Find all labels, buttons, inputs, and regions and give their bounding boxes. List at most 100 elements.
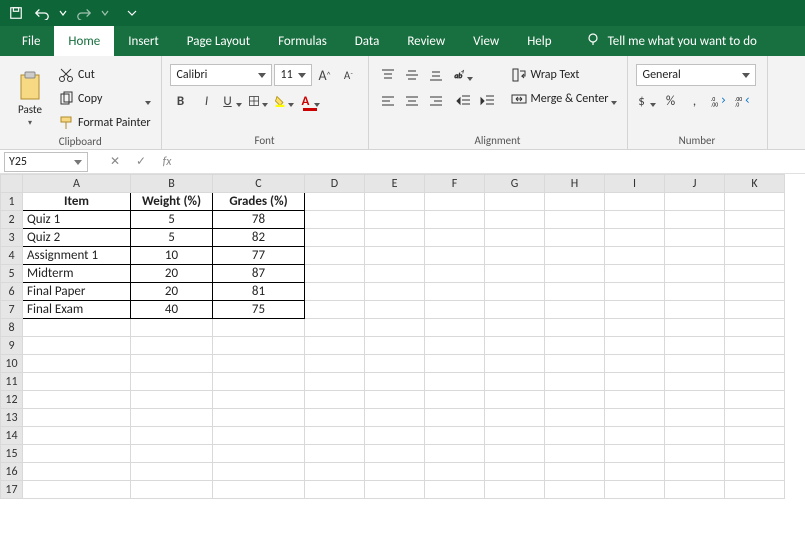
cell-J10[interactable] <box>665 355 725 373</box>
save-icon[interactable] <box>6 3 26 23</box>
cell-E17[interactable] <box>365 481 425 499</box>
cell-K4[interactable] <box>725 247 785 265</box>
cell-I7[interactable] <box>605 301 665 319</box>
cell-B17[interactable] <box>131 481 213 499</box>
cell-E4[interactable] <box>365 247 425 265</box>
cell-K17[interactable] <box>725 481 785 499</box>
cell-D14[interactable] <box>305 427 365 445</box>
row-header-14[interactable]: 14 <box>1 427 23 445</box>
redo-icon[interactable] <box>74 3 94 23</box>
cell-D9[interactable] <box>305 337 365 355</box>
cell-K6[interactable] <box>725 283 785 301</box>
cell-J8[interactable] <box>665 319 725 337</box>
cell-F12[interactable] <box>425 391 485 409</box>
cell-B1[interactable]: Weight (%) <box>131 193 213 211</box>
cell-G8[interactable] <box>485 319 545 337</box>
cell-H16[interactable] <box>545 463 605 481</box>
cell-A16[interactable] <box>23 463 131 481</box>
cell-K12[interactable] <box>725 391 785 409</box>
name-box[interactable]: Y25 <box>4 152 88 172</box>
undo-icon[interactable] <box>32 3 52 23</box>
row-header-5[interactable]: 5 <box>1 265 23 283</box>
cell-K16[interactable] <box>725 463 785 481</box>
cell-A9[interactable] <box>23 337 131 355</box>
cell-E10[interactable] <box>365 355 425 373</box>
formula-input[interactable] <box>182 152 801 172</box>
cell-H8[interactable] <box>545 319 605 337</box>
cell-G2[interactable] <box>485 211 545 229</box>
decrease-indent-icon[interactable] <box>453 90 475 112</box>
cell-D7[interactable] <box>305 301 365 319</box>
cell-C10[interactable] <box>213 355 305 373</box>
cell-H4[interactable] <box>545 247 605 265</box>
cell-K13[interactable] <box>725 409 785 427</box>
cell-K15[interactable] <box>725 445 785 463</box>
cell-H11[interactable] <box>545 373 605 391</box>
font-name-combo[interactable]: Calibri <box>170 64 272 86</box>
cell-C8[interactable] <box>213 319 305 337</box>
row-header-1[interactable]: 1 <box>1 193 23 211</box>
row-header-16[interactable]: 16 <box>1 463 23 481</box>
cell-E9[interactable] <box>365 337 425 355</box>
cell-E2[interactable] <box>365 211 425 229</box>
cell-I6[interactable] <box>605 283 665 301</box>
align-right-icon[interactable] <box>425 90 447 112</box>
cell-B15[interactable] <box>131 445 213 463</box>
cell-J1[interactable] <box>665 193 725 211</box>
cell-F2[interactable] <box>425 211 485 229</box>
cell-H13[interactable] <box>545 409 605 427</box>
cell-D15[interactable] <box>305 445 365 463</box>
percent-format-button[interactable]: % <box>660 90 682 112</box>
cell-E6[interactable] <box>365 283 425 301</box>
merge-center-button[interactable]: Merge & Center <box>509 88 619 110</box>
cell-F11[interactable] <box>425 373 485 391</box>
row-header-9[interactable]: 9 <box>1 337 23 355</box>
cell-B11[interactable] <box>131 373 213 391</box>
cell-I13[interactable] <box>605 409 665 427</box>
cell-K5[interactable] <box>725 265 785 283</box>
cell-H10[interactable] <box>545 355 605 373</box>
cell-G14[interactable] <box>485 427 545 445</box>
row-header-12[interactable]: 12 <box>1 391 23 409</box>
cell-B9[interactable] <box>131 337 213 355</box>
cell-G12[interactable] <box>485 391 545 409</box>
cell-J16[interactable] <box>665 463 725 481</box>
row-header-7[interactable]: 7 <box>1 301 23 319</box>
cell-H5[interactable] <box>545 265 605 283</box>
cell-A4[interactable]: Assignment 1 <box>23 247 131 265</box>
row-header-17[interactable]: 17 <box>1 481 23 499</box>
cell-H2[interactable] <box>545 211 605 229</box>
cell-F7[interactable] <box>425 301 485 319</box>
cell-B5[interactable]: 20 <box>131 265 213 283</box>
underline-button[interactable]: U <box>222 90 244 112</box>
cell-D4[interactable] <box>305 247 365 265</box>
row-header-3[interactable]: 3 <box>1 229 23 247</box>
border-button[interactable] <box>248 90 270 112</box>
format-painter-button[interactable]: Format Painter <box>56 112 153 134</box>
align-middle-icon[interactable] <box>401 64 423 86</box>
cell-J15[interactable] <box>665 445 725 463</box>
row-header-4[interactable]: 4 <box>1 247 23 265</box>
cell-E12[interactable] <box>365 391 425 409</box>
cell-I12[interactable] <box>605 391 665 409</box>
cell-F16[interactable] <box>425 463 485 481</box>
cell-A12[interactable] <box>23 391 131 409</box>
cell-A8[interactable] <box>23 319 131 337</box>
cell-K3[interactable] <box>725 229 785 247</box>
cell-G11[interactable] <box>485 373 545 391</box>
cell-G13[interactable] <box>485 409 545 427</box>
cell-D8[interactable] <box>305 319 365 337</box>
cell-G9[interactable] <box>485 337 545 355</box>
cell-E7[interactable] <box>365 301 425 319</box>
cell-D1[interactable] <box>305 193 365 211</box>
cell-F8[interactable] <box>425 319 485 337</box>
increase-decimal-button[interactable]: .0.00 <box>708 90 730 112</box>
cell-C6[interactable]: 81 <box>213 283 305 301</box>
cell-B2[interactable]: 5 <box>131 211 213 229</box>
row-header-15[interactable]: 15 <box>1 445 23 463</box>
tab-help[interactable]: Help <box>513 26 565 56</box>
cell-E3[interactable] <box>365 229 425 247</box>
cell-F17[interactable] <box>425 481 485 499</box>
font-color-button[interactable]: A <box>300 90 322 112</box>
qat-dropdown-icon[interactable] <box>58 3 68 23</box>
